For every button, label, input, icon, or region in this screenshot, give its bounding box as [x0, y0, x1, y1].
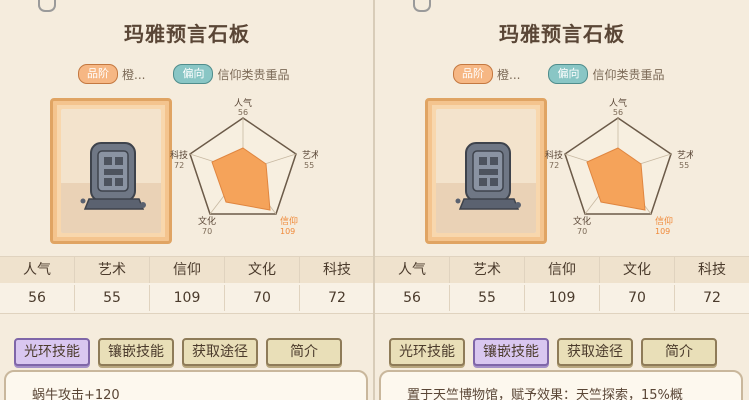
attribute-radar-chart: 人气 56 艺术 55 信仰 109 文化 70 科技 72 [170, 97, 318, 236]
quality-value: 橙... [122, 67, 146, 82]
stat-value: 70 [600, 285, 675, 311]
tab-acquire-method[interactable]: 获取途径 [182, 338, 258, 366]
radar-value: 70 [577, 227, 587, 236]
tab-aura-skill[interactable]: 光环技能 [14, 338, 90, 366]
tab-acquire-method[interactable]: 获取途径 [557, 338, 633, 366]
relic-panel-right: 玛雅预言石板 品阶 橙... 偏向 信仰类贵重品 人气 56 艺术 55 信仰 … [375, 0, 749, 400]
stat-header: 信仰 [525, 257, 600, 283]
stats-table: 人气 艺术 信仰 文化 科技 56 55 109 70 72 [0, 256, 374, 314]
bias-tag: 偏向 [173, 64, 214, 84]
radar-value: 56 [238, 108, 248, 117]
radar-value: 72 [174, 161, 184, 170]
quality-tag: 品阶 [453, 64, 493, 84]
radar-value: 70 [202, 227, 212, 236]
stat-value: 72 [328, 290, 346, 306]
relic-title: 玛雅预言石板 [499, 22, 625, 46]
stat-header: 文化 [225, 257, 300, 283]
tab-inlay-skill[interactable]: 镶嵌技能 [473, 338, 549, 366]
stat-header: 艺术 [75, 257, 150, 283]
stat-header: 科技 [323, 262, 351, 278]
radar-value: 72 [549, 161, 559, 170]
attribute-radar-chart: 人气 56 艺术 55 信仰 109 文化 70 科技 72 [545, 97, 693, 236]
radar-label: 文化 [198, 215, 216, 227]
bias-tag: 偏向 [548, 64, 589, 84]
radar-label: 艺术 [302, 149, 318, 161]
relic-card [50, 98, 172, 244]
stat-value: 109 [150, 285, 225, 311]
stat-header: 信仰 [150, 257, 225, 283]
radar-value: 109 [655, 227, 670, 236]
stat-header: 科技 [698, 262, 726, 278]
stat-value: 70 [225, 285, 300, 311]
radar-label: 艺术 [677, 149, 693, 161]
stat-header: 人气 [375, 257, 450, 283]
description-box: 置于天竺博物馆，赋予效果：天竺探索，15%概 [379, 370, 743, 400]
stat-value: 56 [375, 285, 450, 311]
radar-value: 56 [613, 108, 623, 117]
tab-intro[interactable]: 简介 [641, 338, 717, 366]
stat-value: 56 [0, 285, 75, 311]
radar-value: 55 [679, 161, 689, 170]
quality-tag: 品阶 [78, 64, 118, 84]
radar-label: 信仰 [280, 215, 298, 227]
stone-tablet-icon [455, 142, 521, 210]
paperclip-icon [413, 0, 431, 12]
stat-value: 109 [525, 285, 600, 311]
stat-header: 艺术 [450, 257, 525, 283]
radar-label: 文化 [573, 215, 591, 227]
stat-value: 55 [450, 285, 525, 311]
skill-tabs: 光环技能 镶嵌技能 获取途径 简介 [14, 338, 342, 366]
quality-value: 橙... [497, 67, 521, 82]
radar-label: 信仰 [655, 215, 673, 227]
bias-value: 信仰类贵重品 [217, 67, 290, 82]
stat-header: 人气 [0, 257, 75, 283]
description-box: 蜗牛攻击+120 [4, 370, 368, 400]
radar-label: 科技 [545, 149, 563, 161]
tag-row: 品阶 橙... 偏向 信仰类贵重品 [78, 64, 295, 84]
stats-table: 人气 艺术 信仰 文化 科技 56 55 109 70 72 [375, 256, 749, 314]
radar-label: 科技 [170, 149, 188, 161]
stat-value: 55 [75, 285, 150, 311]
stat-value: 72 [703, 290, 721, 306]
tab-intro[interactable]: 简介 [266, 338, 342, 366]
relic-card [425, 98, 547, 244]
relic-title: 玛雅预言石板 [124, 22, 250, 46]
bias-value: 信仰类贵重品 [592, 67, 665, 82]
description-text: 蜗牛攻击+120 [32, 388, 120, 400]
relic-panel-left: 玛雅预言石板 品阶 橙... 偏向 信仰类贵重品 人气 56 艺术 55 信仰 … [0, 0, 374, 400]
stat-header: 文化 [600, 257, 675, 283]
tab-inlay-skill[interactable]: 镶嵌技能 [98, 338, 174, 366]
skill-tabs: 光环技能 镶嵌技能 获取途径 简介 [389, 338, 717, 366]
stone-tablet-icon [80, 142, 146, 210]
tab-aura-skill[interactable]: 光环技能 [389, 338, 465, 366]
paperclip-icon [38, 0, 56, 12]
radar-value: 55 [304, 161, 314, 170]
tag-row: 品阶 橙... 偏向 信仰类贵重品 [453, 64, 670, 84]
radar-value: 109 [280, 227, 295, 236]
description-text: 置于天竺博物馆，赋予效果：天竺探索，15%概 [407, 388, 683, 400]
